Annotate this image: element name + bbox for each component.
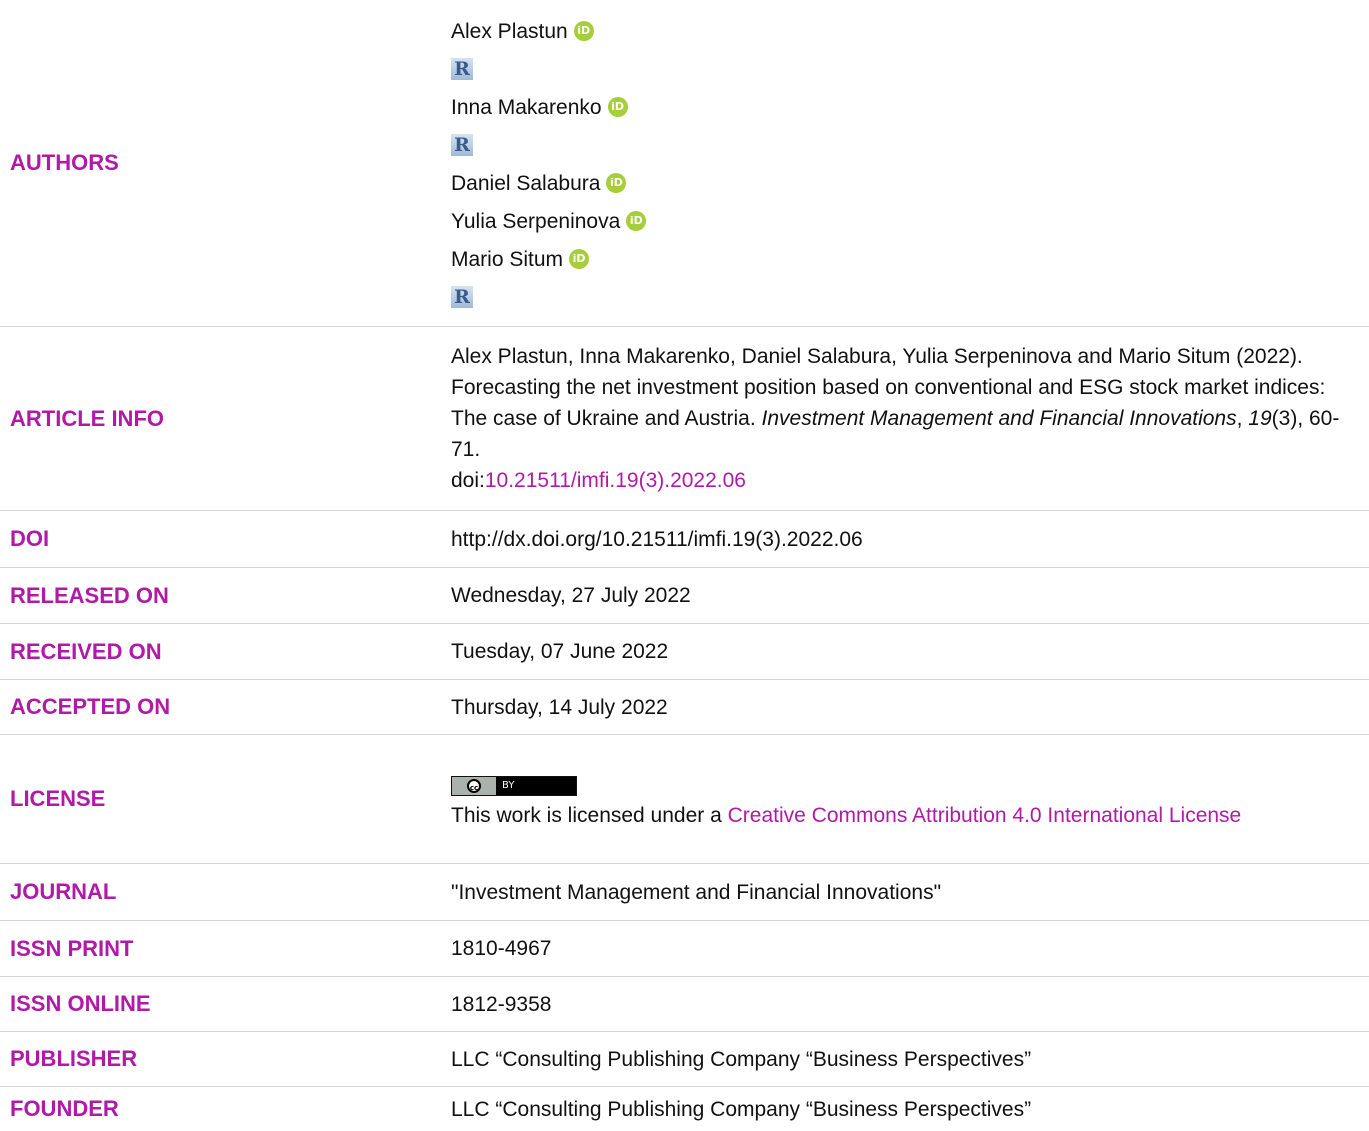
journal-label: JOURNAL — [10, 879, 117, 904]
article-info-label: ARTICLE INFO — [10, 405, 164, 431]
publisher-row: PUBLISHER LLC “Consulting Publishing Com… — [0, 1032, 1369, 1087]
issn-print-label: ISSN PRINT — [10, 935, 134, 961]
citation-journal: Investment Management and Financial Inno… — [761, 407, 1237, 430]
author-name[interactable]: Alex Plastun — [451, 16, 568, 47]
cc-icon: cc — [467, 778, 481, 793]
cc-by-text: BY — [502, 780, 515, 791]
cc-by-badge[interactable]: cc BY — [451, 775, 577, 796]
author-item: Inna Makarenko iD — [451, 88, 1359, 126]
issn-online-value: 1812-9358 — [451, 992, 552, 1016]
journal-row: JOURNAL "Investment Management and Finan… — [0, 864, 1369, 921]
article-info-row: ARTICLE INFO Alex Plastun, Inna Makarenk… — [0, 327, 1369, 511]
accepted-on-row: ACCEPTED ON Thursday, 14 July 2022 — [0, 680, 1369, 735]
author-item: Yulia Serpeninova iD — [451, 202, 1359, 240]
founder-label: FOUNDER — [10, 1096, 119, 1121]
authors-label: AUTHORS — [10, 150, 119, 175]
issn-online-label: ISSN ONLINE — [10, 991, 151, 1016]
doi-label: DOI — [10, 526, 50, 551]
author-name[interactable]: Inna Makarenko — [451, 92, 602, 123]
researcherid-icon[interactable]: R — [451, 286, 473, 308]
issn-print-value: 1810-4967 — [451, 937, 552, 960]
author-name[interactable]: Yulia Serpeninova — [451, 206, 620, 237]
researcherid-icon[interactable]: R — [451, 58, 473, 80]
released-on-row: RELEASED ON Wednesday, 27 July 2022 — [0, 568, 1369, 624]
publisher-value: LLC “Consulting Publishing Company “Busi… — [451, 1047, 1032, 1071]
license-text: This work is licensed under a Creative C… — [451, 803, 1242, 827]
journal-value: "Investment Management and Financial Inn… — [451, 880, 942, 904]
researcherid-icon[interactable]: R — [451, 134, 473, 156]
doi-prefix: doi: — [451, 469, 485, 492]
license-label: LICENSE — [10, 786, 106, 811]
accepted-on-value: Thursday, 14 July 2022 — [451, 695, 668, 719]
researcherid-item: R — [451, 50, 1359, 88]
author-item: Alex Plastun iD — [451, 12, 1359, 50]
authors-row: AUTHORS Alex Plastun iD R Inna Makarenko… — [0, 0, 1369, 327]
received-on-label: RECEIVED ON — [10, 638, 162, 664]
received-on-row: RECEIVED ON Tuesday, 07 June 2022 — [0, 624, 1369, 680]
received-on-value: Tuesday, 07 June 2022 — [451, 640, 669, 663]
author-name[interactable]: Mario Situm — [451, 244, 563, 275]
author-item: Daniel Salabura iD — [451, 164, 1359, 202]
doi-row: DOI http://dx.doi.org/10.21511/imfi.19(3… — [0, 511, 1369, 568]
license-row: LICENSE cc BY This work is licensed unde… — [0, 735, 1369, 864]
author-item: Mario Situm iD — [451, 240, 1359, 278]
released-on-value: Wednesday, 27 July 2022 — [451, 584, 691, 607]
authors-list: Alex Plastun iD R Inna Makarenko iD R Da… — [451, 10, 1359, 316]
author-name[interactable]: Daniel Salabura — [451, 168, 600, 199]
issn-print-row: ISSN PRINT 1810-4967 — [0, 921, 1369, 977]
issn-online-row: ISSN ONLINE 1812-9358 — [0, 977, 1369, 1032]
citation-doi-link[interactable]: 10.21511/imfi.19(3).2022.06 — [485, 469, 746, 492]
doi-value: http://dx.doi.org/10.21511/imfi.19(3).20… — [451, 527, 863, 551]
accepted-on-label: ACCEPTED ON — [10, 694, 171, 719]
orcid-icon[interactable]: iD — [569, 249, 590, 269]
article-metadata-table: AUTHORS Alex Plastun iD R Inna Makarenko… — [0, 0, 1369, 1131]
orcid-icon[interactable]: iD — [607, 97, 628, 117]
orcid-icon[interactable]: iD — [606, 173, 627, 193]
citation-volume: 19 — [1248, 407, 1272, 430]
founder-row: FOUNDER LLC “Consulting Publishing Compa… — [0, 1087, 1369, 1131]
researcherid-item: R — [451, 126, 1359, 164]
article-citation: Alex Plastun, Inna Makarenko, Daniel Sal… — [451, 345, 1340, 492]
founder-value: LLC “Consulting Publishing Company “Busi… — [451, 1097, 1032, 1121]
researcherid-item: R — [451, 278, 1359, 316]
orcid-icon[interactable]: iD — [573, 21, 594, 41]
publisher-label: PUBLISHER — [10, 1046, 138, 1071]
license-link[interactable]: Creative Commons Attribution 4.0 Interna… — [728, 804, 1242, 827]
orcid-icon[interactable]: iD — [626, 211, 647, 231]
released-on-label: RELEASED ON — [10, 582, 169, 608]
